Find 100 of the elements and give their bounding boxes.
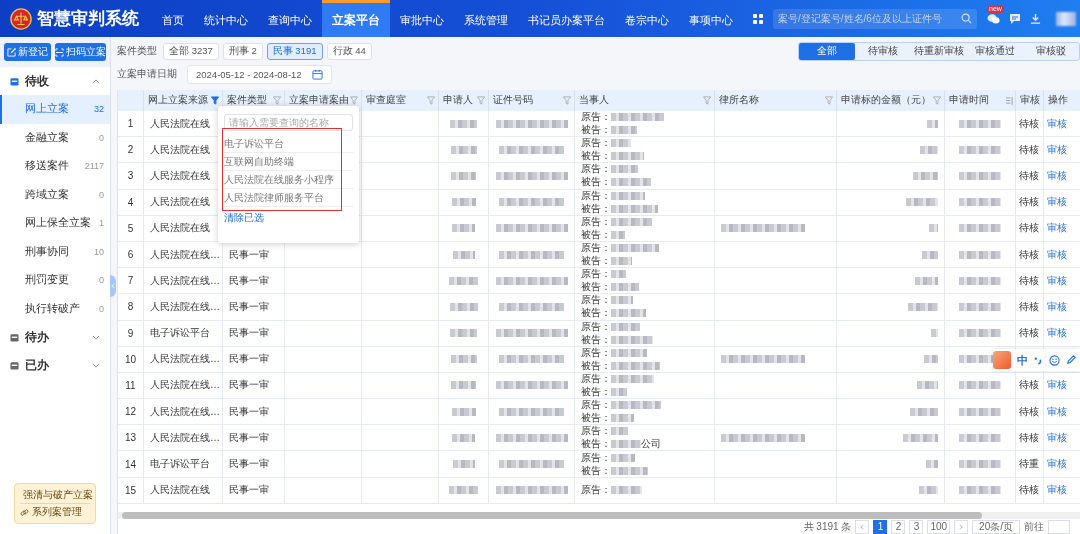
date-range-field[interactable]: 2024-05-12 - 2024-08-12	[187, 65, 332, 84]
party-label: 原告：	[581, 268, 611, 281]
nav-tab[interactable]: 系统管理	[453, 0, 518, 37]
table-cell: 人民法院在线…	[150, 299, 220, 314]
party-label: 被告：	[581, 306, 611, 320]
page-button[interactable]: 1	[873, 519, 888, 534]
sidebar-group-header[interactable]: 已办	[0, 351, 110, 379]
review-link[interactable]: 审核	[1047, 404, 1067, 419]
party-label: 被告：	[581, 280, 611, 294]
row-number: 13	[124, 432, 137, 444]
row-number: 10	[124, 353, 137, 365]
review-link[interactable]: 审核	[1047, 195, 1067, 210]
table-cell: 民事一审	[229, 483, 269, 498]
search-field[interactable]: 案号/登记案号/姓名/6位及以上证件号	[772, 8, 977, 29]
party-label: 被告：	[581, 175, 611, 189]
row-number: 6	[127, 249, 134, 261]
table-cell: 待核	[1019, 195, 1039, 210]
row-number: 5	[127, 222, 134, 234]
nav-tab[interactable]: 立案平台	[321, 0, 390, 37]
sidebar-item[interactable]: 网上保全立案 1	[0, 209, 110, 238]
nav-tab[interactable]: 首页	[151, 0, 194, 37]
nav-tab[interactable]: 事项中心	[678, 0, 743, 37]
status-tab[interactable]: 待审核	[855, 43, 911, 60]
sidebar-action-button[interactable]: 新登记	[4, 43, 51, 61]
sidebar-item[interactable]: 刑事协同 10	[0, 237, 110, 266]
sidebar-group-header[interactable]: 待办	[0, 323, 110, 351]
sidebar-item[interactable]: 跨域立案 0	[0, 180, 110, 209]
review-link[interactable]: 审核	[1047, 430, 1067, 445]
page-button[interactable]: 2	[891, 519, 906, 534]
filter-option[interactable]: 人民法院律师服务平台	[224, 189, 353, 207]
review-link[interactable]: 审核	[1047, 326, 1067, 341]
row-number: 14	[124, 458, 137, 470]
sidebar-item[interactable]: 执行转破产 0	[0, 294, 110, 323]
table-cell: 民事一审	[229, 430, 269, 445]
row-number: 2	[127, 144, 134, 156]
review-link[interactable]: 审核	[1047, 221, 1067, 236]
party-label: 原告：	[581, 320, 611, 334]
status-tab[interactable]: 全部	[799, 43, 855, 60]
status-tab[interactable]: 审核通过	[967, 43, 1023, 60]
column-header: 申请人	[443, 94, 473, 107]
review-link[interactable]: 审核	[1047, 457, 1067, 472]
column-header: 审查庭室	[366, 94, 406, 107]
status-tab[interactable]: 审核驳	[1023, 43, 1079, 60]
column-header: 立案申请案由	[289, 94, 349, 107]
table-cell: 电子诉讼平台	[150, 326, 210, 341]
review-link[interactable]: 审核	[1047, 116, 1067, 131]
nav-tab[interactable]: 查询中心	[257, 0, 322, 37]
table-cell: 待核	[1019, 326, 1039, 341]
party-label: 被告：	[581, 227, 611, 241]
table-cell: 电子诉讼平台	[150, 457, 210, 472]
sidebar-item[interactable]: 移送案件 2117	[0, 152, 110, 181]
nav-tab[interactable]: 书记员办案平台	[517, 0, 615, 37]
case-type-chip[interactable]: 刑事 2	[222, 43, 263, 60]
table-cell: 待核	[1019, 378, 1039, 393]
page-size-select[interactable]: 20条/页	[972, 519, 1020, 534]
review-link[interactable]: 审核	[1047, 378, 1067, 393]
ime-mode-toggle[interactable]: 中	[1017, 352, 1028, 368]
filter-label: 立案申请日期	[117, 68, 177, 81]
clear-selection-link[interactable]: 清除已选	[224, 212, 264, 225]
table-cell: 待核	[1019, 168, 1039, 183]
page-button[interactable]: 3	[909, 519, 924, 534]
party-label: 被告：	[581, 384, 611, 399]
party-label: 原告：	[581, 163, 611, 176]
sidebar-group-header[interactable]: 待收	[0, 67, 110, 95]
table-cell: 待核	[1019, 483, 1039, 498]
sidebar-item[interactable]: 金融立案 0	[0, 123, 110, 152]
row-number: 11	[125, 379, 136, 391]
row-number: 12	[124, 406, 137, 418]
filter-option[interactable]: 电子诉讼平台	[224, 135, 353, 153]
status-tab[interactable]: 待重新审核	[911, 43, 967, 60]
party-label: 被告：	[581, 332, 611, 346]
nav-tab[interactable]: 审批中心	[389, 0, 454, 37]
nav-tab[interactable]: 统计中心	[193, 0, 258, 37]
party-label: 原告：	[581, 111, 611, 124]
review-link[interactable]: 审核	[1047, 142, 1067, 157]
page-button[interactable]: 100	[927, 519, 951, 534]
table-cell: 民事一审	[229, 457, 269, 472]
party-label: 被告：	[581, 123, 611, 137]
table-cell: 人民法院在线	[150, 116, 210, 131]
table-cell: 民事一审	[229, 404, 269, 419]
review-link[interactable]: 审核	[1047, 247, 1067, 262]
review-link[interactable]: 审核	[1047, 299, 1067, 314]
table-cell: 待核	[1019, 116, 1039, 131]
case-type-chip[interactable]: 行政 44	[326, 43, 372, 60]
sidebar-action-button[interactable]: 扫码立案	[55, 43, 106, 61]
filter-option[interactable]: 互联网自助终端	[224, 153, 353, 171]
party-label: 被告：	[581, 254, 611, 268]
table-cell: 民事一审	[229, 247, 269, 262]
case-type-chip[interactable]: 民事 3191	[266, 43, 323, 60]
sidebar-item[interactable]: 刑罚变更 0	[0, 266, 110, 295]
sidebar-item[interactable]: 网上立案 32	[0, 95, 110, 124]
review-link[interactable]: 审核	[1047, 273, 1067, 288]
nav-tab[interactable]: 卷宗中心	[614, 0, 679, 37]
case-type-chip[interactable]: 全部 3237	[163, 43, 219, 60]
review-link[interactable]: 审核	[1047, 483, 1067, 498]
party-label: 原告：	[581, 425, 611, 438]
filter-option[interactable]: 人民法院在线服务小程序	[224, 171, 353, 189]
party-label: 原告：	[581, 372, 611, 386]
shortcut-link[interactable]: 系列案管理	[20, 503, 90, 520]
review-link[interactable]: 审核	[1047, 168, 1067, 183]
